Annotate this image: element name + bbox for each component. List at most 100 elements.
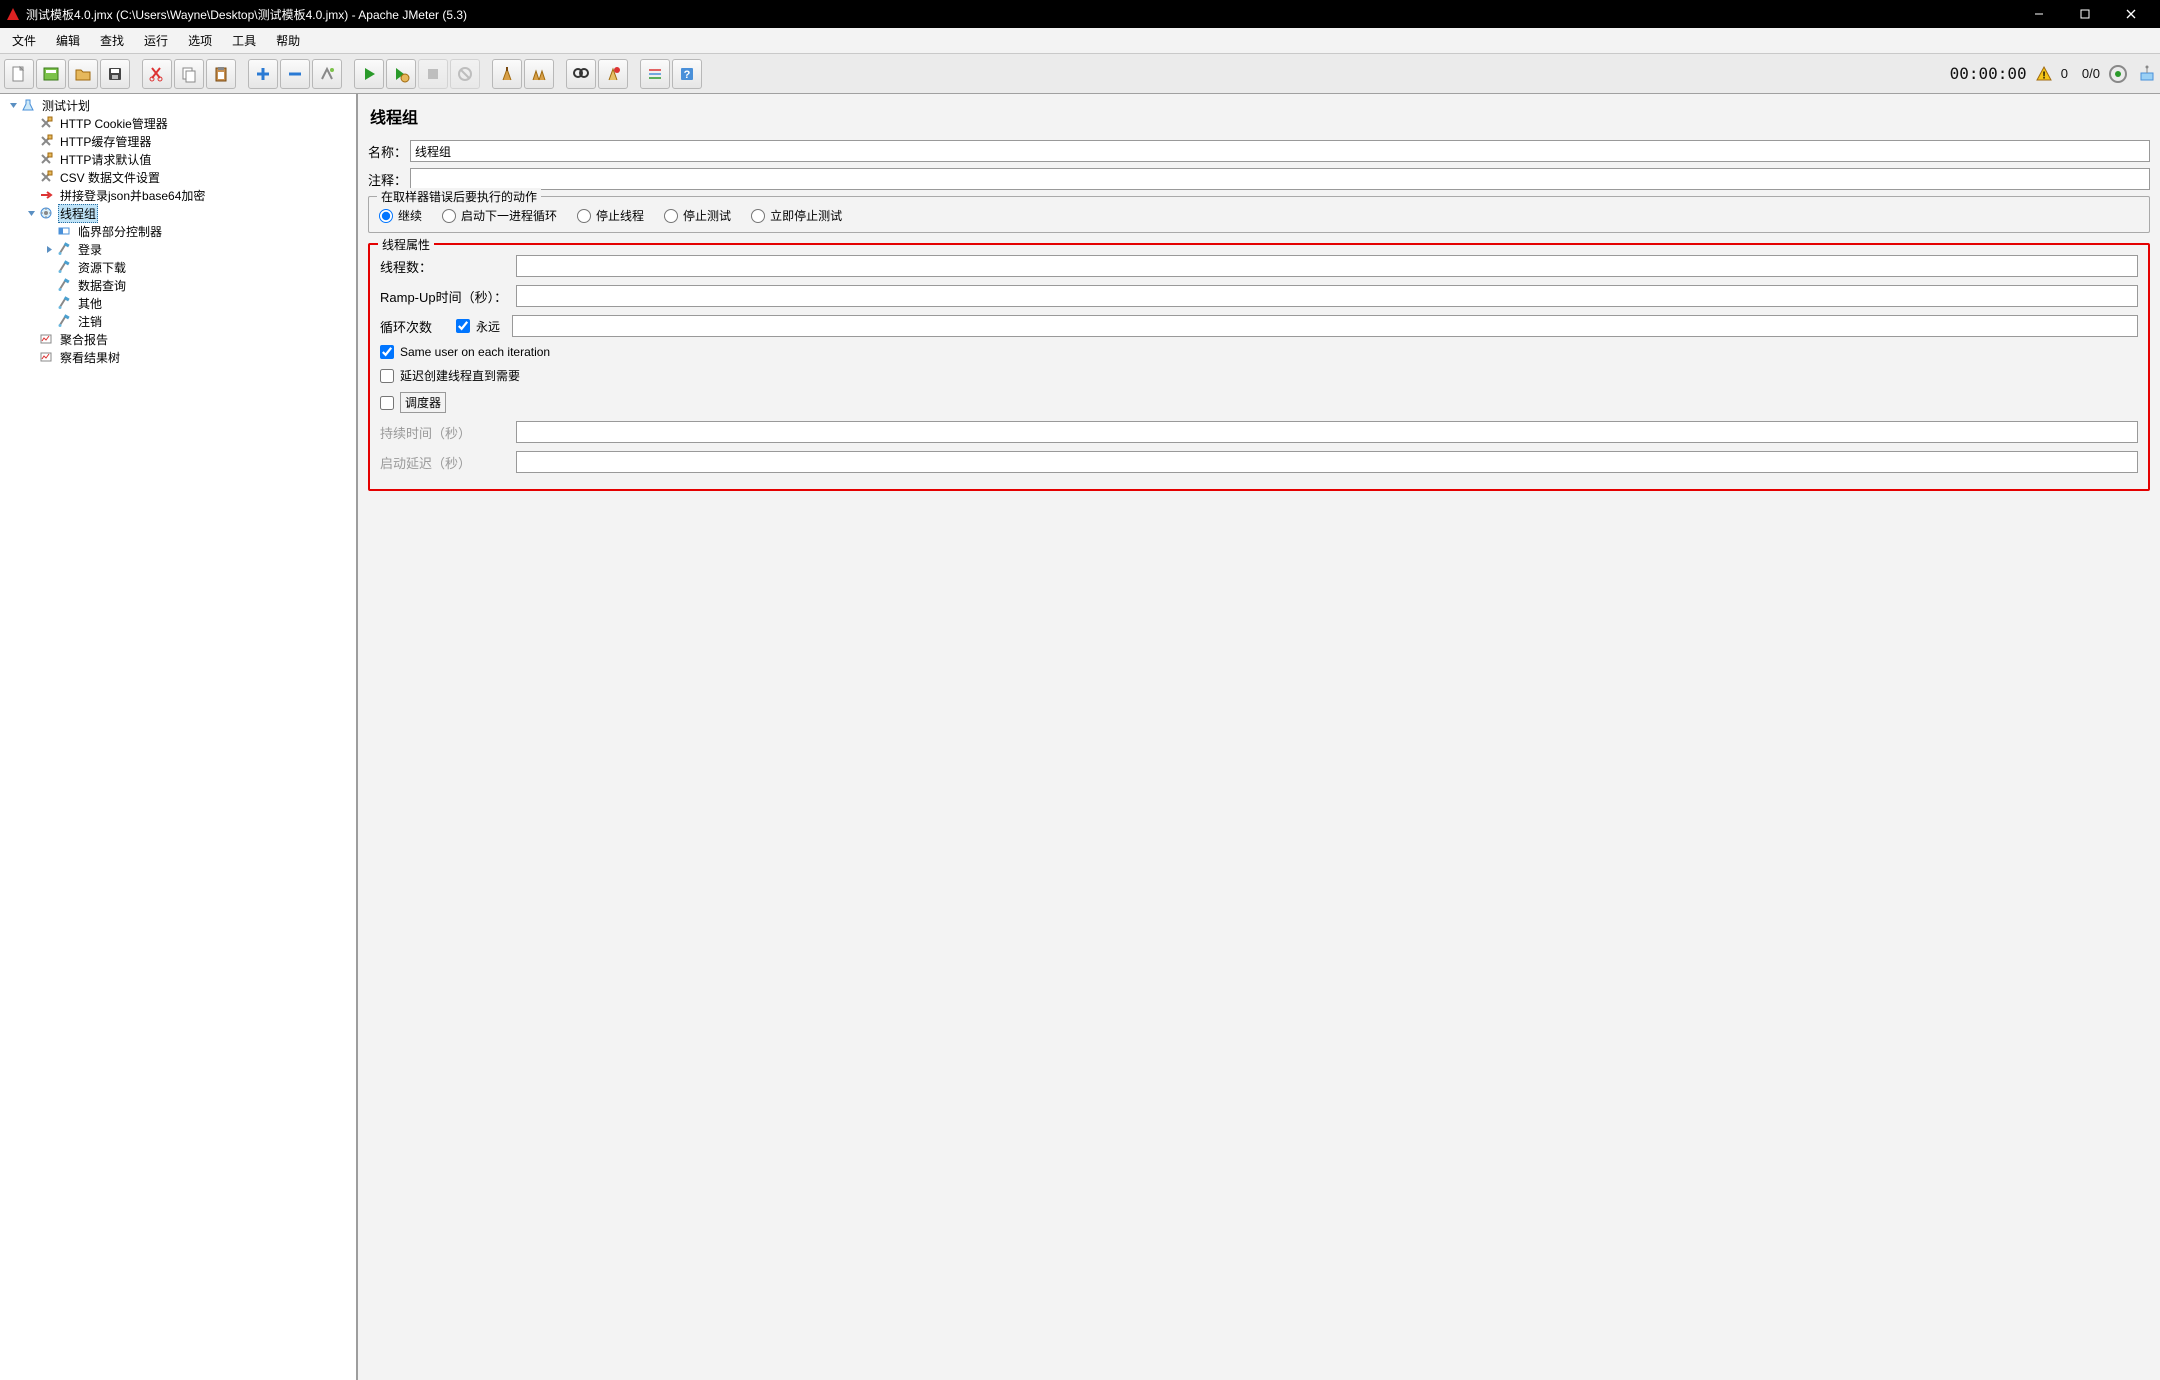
clear-button[interactable] [492,59,522,89]
tree-toggle-icon[interactable] [44,244,54,254]
shutdown-button[interactable] [450,59,480,89]
delay-create-checkbox[interactable] [380,369,394,383]
on-error-radio-1[interactable]: 启动下一进程循环 [442,207,557,224]
tree-node-注销[interactable]: 注销 [0,312,356,330]
tree-label: HTTP请求默认值 [58,151,153,168]
tree-label: 拼接登录json并base64加密 [58,187,207,204]
tree-node-HTTP缓存管理器[interactable]: HTTP缓存管理器 [0,132,356,150]
startup-delay-label: 启动延迟（秒） [380,453,510,472]
menu-工具[interactable]: 工具 [222,29,266,52]
editor-pane: 线程组 名称： 注释： 在取样器错误后要执行的动作 继续启动下一进程循环停止线程… [358,94,2160,1380]
menu-查找[interactable]: 查找 [90,29,134,52]
on-error-radio-4[interactable]: 立即停止测试 [751,207,842,224]
window-title: 测试模板4.0.jmx (C:\Users\Wayne\Desktop\测试模板… [26,6,2016,23]
collapse-button[interactable] [280,59,310,89]
reset-search-button[interactable] [598,59,628,89]
threads-input[interactable] [516,255,2138,277]
name-input[interactable] [410,140,2150,162]
rampup-input[interactable] [516,285,2138,307]
tree-toggle-icon [26,172,36,182]
menu-帮助[interactable]: 帮助 [266,29,310,52]
tree-label: 资源下载 [76,259,128,276]
start-no-timers-button[interactable] [386,59,416,89]
start-button[interactable] [354,59,384,89]
tree-label: 注销 [76,313,104,330]
tree-label: 其他 [76,295,104,312]
minimize-button[interactable] [2016,0,2062,28]
tree-node-登录[interactable]: 登录 [0,240,356,258]
open-button[interactable] [68,59,98,89]
tree-toggle-icon [44,226,54,236]
templates-button[interactable] [36,59,66,89]
tree-toggle-icon[interactable] [26,208,36,218]
scheduler-checkbox[interactable] [380,396,394,410]
copy-button[interactable] [174,59,204,89]
tree-node-测试计划[interactable]: 测试计划 [0,96,356,114]
delay-create-label: 延迟创建线程直到需要 [400,367,520,384]
forever-checkbox[interactable] [456,319,470,333]
tree-node-线程组[interactable]: 线程组 [0,204,356,222]
paste-button[interactable] [206,59,236,89]
expand-button[interactable] [248,59,278,89]
rampup-label: Ramp-Up时间（秒）： [380,287,510,306]
server-icon[interactable] [2138,65,2156,83]
loops-input[interactable] [512,315,2138,337]
tree-pane[interactable]: 测试计划HTTP Cookie管理器HTTP缓存管理器HTTP请求默认值CSV … [0,94,358,1380]
help-button[interactable]: ? [672,59,702,89]
listener-icon [38,331,54,347]
tree-node-数据查询[interactable]: 数据查询 [0,276,356,294]
clear-all-button[interactable] [524,59,554,89]
tree-node-CSV 数据文件设置[interactable]: CSV 数据文件设置 [0,168,356,186]
warning-icon[interactable]: ! [2035,65,2053,83]
menu-选项[interactable]: 选项 [178,29,222,52]
same-user-checkbox[interactable] [380,345,394,359]
tree-label: CSV 数据文件设置 [58,169,162,186]
preproc-icon [38,187,54,203]
startup-delay-input[interactable] [516,451,2138,473]
tree-node-HTTP请求默认值[interactable]: HTTP请求默认值 [0,150,356,168]
flask-icon [20,97,36,113]
duration-input[interactable] [516,421,2138,443]
toggle-button[interactable] [312,59,342,89]
on-error-radio-2[interactable]: 停止线程 [577,207,644,224]
function-helper-button[interactable] [640,59,670,89]
tree-label: 察看结果树 [58,349,122,366]
tree-node-聚合报告[interactable]: 聚合报告 [0,330,356,348]
new-button[interactable] [4,59,34,89]
save-button[interactable] [100,59,130,89]
on-error-radio-0[interactable]: 继续 [379,207,422,224]
search-button[interactable] [566,59,596,89]
config-icon [38,169,54,185]
menu-文件[interactable]: 文件 [2,29,46,52]
svg-text:!: ! [2042,70,2045,81]
duration-label: 持续时间（秒） [380,423,510,442]
menubar: 文件编辑查找运行选项工具帮助 [0,28,2160,54]
thread-properties-fieldset: 线程属性 线程数： Ramp-Up时间（秒）： 循环次数 永远 [368,243,2150,491]
config-icon [38,115,54,131]
tree-node-察看结果树[interactable]: 察看结果树 [0,348,356,366]
stop-button[interactable] [418,59,448,89]
elapsed-timer: 00:00:00 [1950,64,2027,83]
menu-编辑[interactable]: 编辑 [46,29,90,52]
tree-label: HTTP Cookie管理器 [58,115,170,132]
tree-node-资源下载[interactable]: 资源下载 [0,258,356,276]
app-icon [6,7,20,21]
tree-label: HTTP缓存管理器 [58,133,153,150]
tree-toggle-icon [44,262,54,272]
config-icon [38,133,54,149]
tree-node-临界部分控制器[interactable]: 临界部分控制器 [0,222,356,240]
tree-toggle-icon [26,136,36,146]
tree-toggle-icon[interactable] [8,100,18,110]
cut-button[interactable] [142,59,172,89]
on-error-radio-3[interactable]: 停止测试 [664,207,731,224]
tree-node-HTTP Cookie管理器[interactable]: HTTP Cookie管理器 [0,114,356,132]
maximize-button[interactable] [2062,0,2108,28]
close-button[interactable] [2108,0,2154,28]
tree-toggle-icon [26,154,36,164]
warning-count: 0 [2061,66,2068,81]
comment-input[interactable] [410,168,2150,190]
comment-label: 注释： [368,170,410,189]
tree-node-其他[interactable]: 其他 [0,294,356,312]
tree-node-拼接登录json并base64加密[interactable]: 拼接登录json并base64加密 [0,186,356,204]
menu-运行[interactable]: 运行 [134,29,178,52]
